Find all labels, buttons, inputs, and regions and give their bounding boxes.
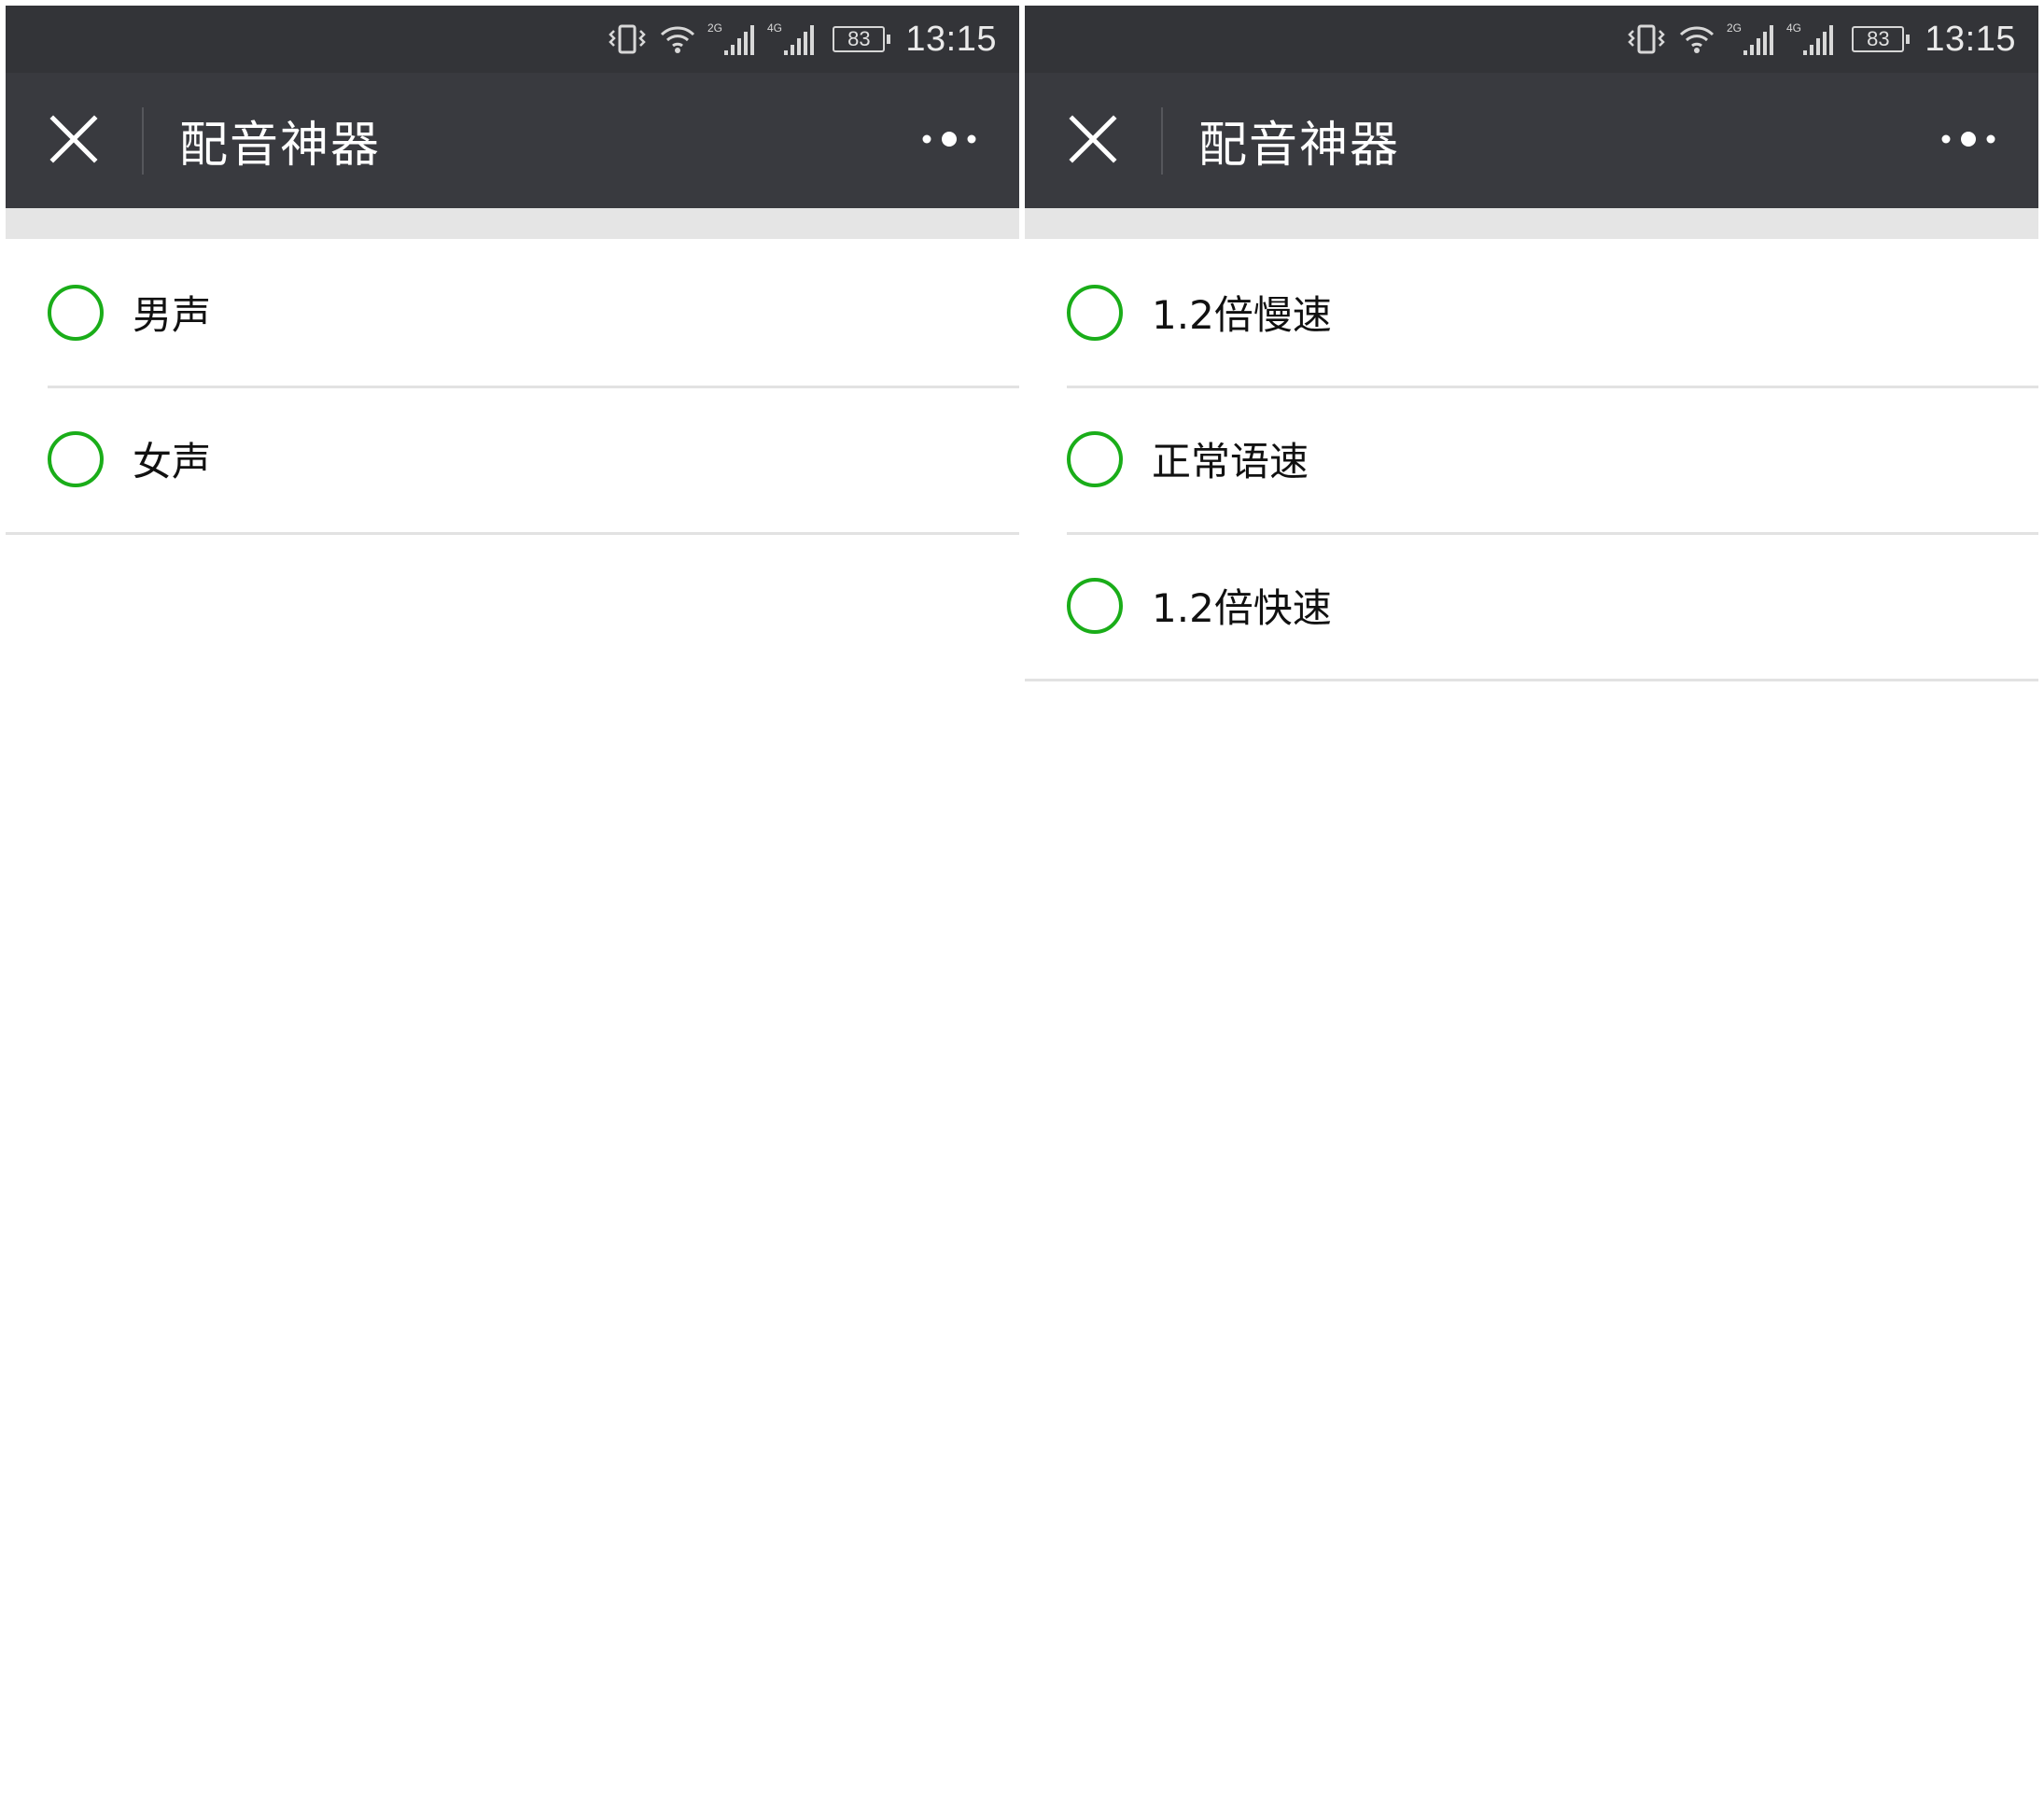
- wifi-icon: [659, 23, 696, 55]
- status-bar: 2G 4G 83 13:15: [1025, 6, 2038, 73]
- list-item[interactable]: 1.2倍快速: [1025, 532, 2038, 679]
- list-item[interactable]: 男声: [6, 239, 1019, 386]
- screenshot-stage: 2G 4G 83 13:15 配音神器 男声 女声 2G 4G 83 13:15…: [0, 0, 2044, 1811]
- voice-type-screen: 2G 4G 83 13:15 配音神器 男声 女声: [6, 6, 1019, 1811]
- nav-divider: [142, 106, 144, 175]
- status-time: 13:15: [905, 19, 997, 59]
- option-label: 男声: [133, 292, 212, 338]
- radio-unchecked-icon[interactable]: [48, 430, 104, 487]
- status-icons: 2G 4G 83 13:15: [1626, 20, 2016, 60]
- status-time: 13:15: [1925, 19, 2016, 59]
- nav-bar: 配音神器: [6, 73, 1019, 208]
- svg-text:4G: 4G: [1786, 21, 1801, 35]
- svg-text:2G: 2G: [707, 21, 722, 35]
- status-bar: 2G 4G 83 13:15: [6, 6, 1019, 73]
- vibrate-icon: [607, 23, 648, 55]
- option-label: 正常语速: [1152, 439, 1309, 484]
- section-spacer: [6, 208, 1019, 239]
- more-button[interactable]: [917, 73, 982, 208]
- radio-unchecked-icon[interactable]: [48, 284, 104, 341]
- signal-icon: 4G: [767, 21, 816, 57]
- more-dots-icon: [921, 130, 977, 152]
- battery-indicator: 83: [833, 26, 891, 52]
- radio-unchecked-icon[interactable]: [1067, 430, 1123, 487]
- more-dots-icon: [1940, 130, 1996, 152]
- page-title: 配音神器: [1198, 118, 1401, 174]
- section-spacer: [1025, 208, 2038, 239]
- close-button[interactable]: [6, 73, 142, 208]
- battery-indicator: 83: [1852, 26, 1911, 52]
- list-item[interactable]: 1.2倍慢速: [1025, 239, 2038, 386]
- close-icon: [49, 114, 98, 167]
- more-button[interactable]: [1936, 73, 2001, 208]
- option-label: 1.2倍快速: [1152, 585, 1332, 631]
- nav-divider: [1161, 106, 1163, 175]
- list-item[interactable]: 女声: [6, 386, 1019, 532]
- status-icons: 2G 4G 83 13:15: [607, 20, 997, 60]
- close-icon: [1069, 114, 1117, 167]
- signal-icon: 4G: [1786, 21, 1835, 57]
- signal-icon: 2G: [707, 21, 756, 57]
- close-button[interactable]: [1025, 73, 1161, 208]
- radio-unchecked-icon[interactable]: [1067, 577, 1123, 634]
- signal-icon: 2G: [1727, 21, 1775, 57]
- speed-screen: 2G 4G 83 13:15 配音神器 1.2倍慢速 正常语速 1.2倍快速: [1025, 6, 2038, 1811]
- option-label: 1.2倍慢速: [1152, 292, 1332, 338]
- speed-option-list: 1.2倍慢速 正常语速 1.2倍快速: [1025, 239, 2038, 681]
- nav-bar: 配音神器: [1025, 73, 2038, 208]
- svg-text:2G: 2G: [1727, 21, 1742, 35]
- list-item[interactable]: 正常语速: [1025, 386, 2038, 532]
- voice-option-list: 男声 女声: [6, 239, 1019, 535]
- vibrate-icon: [1626, 23, 1667, 55]
- svg-text:4G: 4G: [767, 21, 782, 35]
- radio-unchecked-icon[interactable]: [1067, 284, 1123, 341]
- page-title: 配音神器: [179, 118, 382, 174]
- wifi-icon: [1678, 23, 1715, 55]
- option-label: 女声: [133, 439, 212, 484]
